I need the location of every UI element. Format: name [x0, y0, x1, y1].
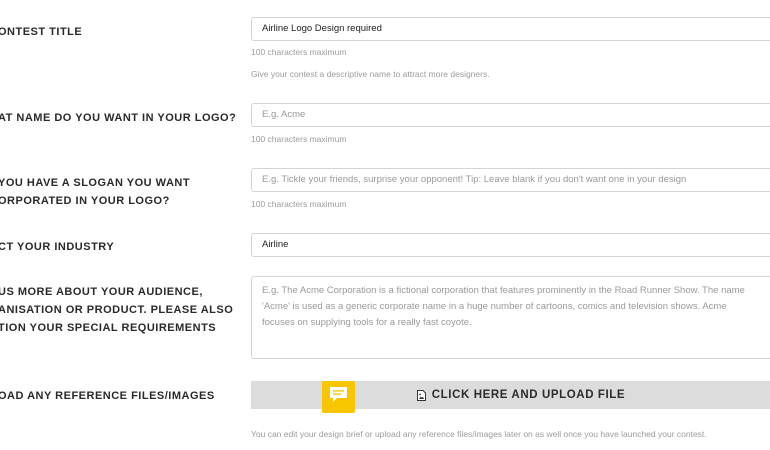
audience-textarea[interactable]: E.g. The Acme Corporation is a fictional…	[251, 276, 770, 359]
upload-label: OAD ANY REFERENCE FILES/IMAGES	[0, 390, 215, 402]
audience-placeholder-line-2: 'Acme' is used as a generic corporate na…	[262, 301, 727, 312]
contest-title-char-limit: 100 characters maximum	[251, 47, 347, 57]
chat-widget-button[interactable]	[322, 381, 355, 413]
industry-select[interactable]: Airline	[251, 233, 770, 257]
slogan-char-limit: 100 characters maximum	[251, 199, 347, 209]
audience-label-line-1: US MORE ABOUT YOUR AUDIENCE,	[0, 286, 203, 298]
slogan-label-line-1: YOU HAVE A SLOGAN YOU WANT	[0, 177, 191, 189]
audience-label: US MORE ABOUT YOUR AUDIENCE, ANISATION O…	[0, 283, 238, 337]
slogan-input[interactable]: E.g. Tickle your friends, surprise your …	[251, 168, 770, 192]
contest-title-label: ONTEST TITLE	[0, 26, 83, 38]
logo-name-label: AT NAME DO YOU WANT IN YOUR LOGO?	[0, 112, 237, 124]
file-image-icon	[416, 389, 426, 401]
slogan-label: YOU HAVE A SLOGAN YOU WANT ORPORATED IN …	[0, 174, 238, 210]
contest-title-input[interactable]: Airline Logo Design required	[251, 17, 770, 41]
audience-label-line-3: TION YOUR SPECIAL REQUIREMENTS	[0, 322, 217, 334]
audience-label-line-2: ANISATION OR PRODUCT. PLEASE ALSO	[0, 304, 234, 316]
contest-title-help: Give your contest a descriptive name to …	[251, 69, 490, 79]
upload-button-label: CLICK HERE AND UPLOAD FILE	[431, 389, 626, 401]
industry-label: CT YOUR INDUSTRY	[0, 241, 115, 253]
slogan-label-line-2: ORPORATED IN YOUR LOGO?	[0, 195, 170, 207]
upload-note: You can edit your design brief or upload…	[251, 429, 707, 439]
chat-bubble-icon	[329, 386, 348, 408]
logo-name-input[interactable]: E.g. Acme	[251, 103, 770, 127]
audience-placeholder-line-3: focuses on supplying tools for a really …	[262, 317, 472, 328]
audience-placeholder-line-1: E.g. The Acme Corporation is a fictional…	[262, 285, 745, 296]
logo-name-char-limit: 100 characters maximum	[251, 134, 347, 144]
